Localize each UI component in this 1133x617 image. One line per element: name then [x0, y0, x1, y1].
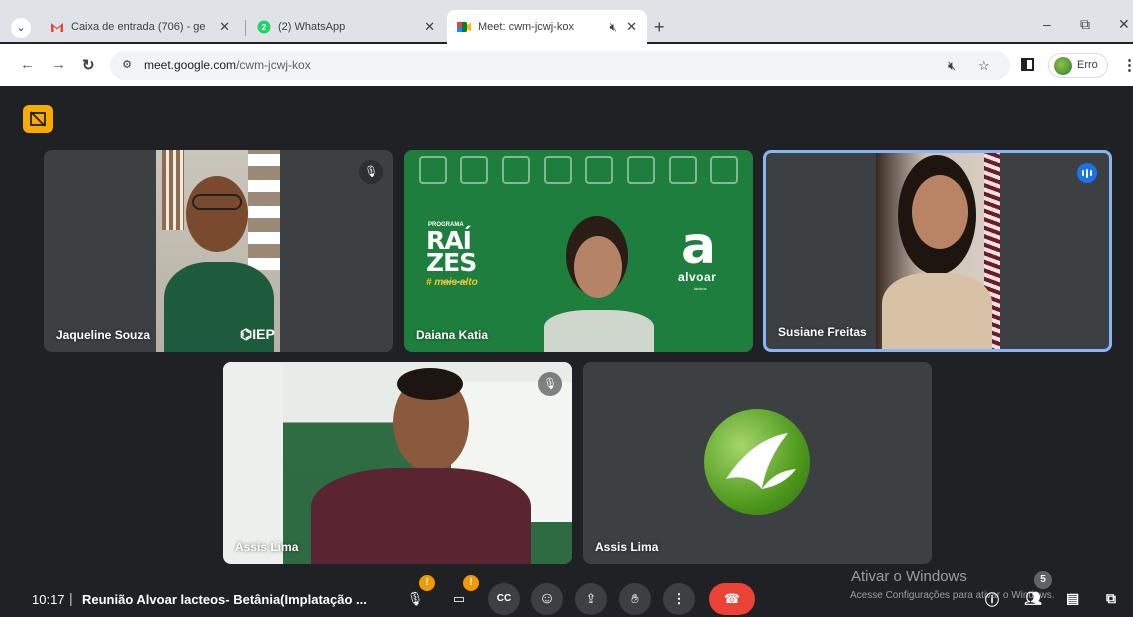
participant-tile[interactable]: ⌬IEP 🎙︎ Jaqueline Souza [44, 150, 393, 352]
meet-icon [457, 20, 471, 34]
chat-icon[interactable]: ▤ [1066, 590, 1079, 607]
banner-decor [412, 156, 745, 184]
participant-count-badge: 5 [1034, 571, 1052, 589]
mute-site-icon[interactable]: 🔇︎ [948, 58, 956, 74]
participant-tile[interactable]: PROGRAMA RAÍ ZES Juntos vamos # mais alto… [404, 150, 753, 352]
activities-icon[interactable]: ⧉ [1106, 590, 1116, 607]
mic-off-icon: 🎙︎ [538, 372, 562, 396]
participant-name: Assis Lima [595, 540, 659, 554]
reload-icon[interactable]: ↻ [82, 56, 95, 74]
restore-button[interactable]: ⧉ [1080, 16, 1090, 33]
side-panel-icon[interactable] [1021, 58, 1034, 71]
hand-icon: ✋︎ [631, 591, 639, 606]
whatsapp-icon: 2 [257, 20, 271, 34]
video-feed [223, 362, 572, 564]
participant-name: Daiana Katia [416, 328, 489, 342]
tab-strip: ⌄ Caixa de entrada (706) - gerente ✕ 2 (… [0, 0, 1133, 44]
profile-error-label: Erro [1077, 59, 1098, 71]
close-window-button[interactable]: ✕ [1118, 16, 1130, 33]
participant-avatar [704, 409, 810, 515]
mic-icon: 🎙︎ [406, 591, 424, 606]
more-options-button[interactable]: ⋮ [663, 583, 695, 615]
browser-menu-icon[interactable]: ⋮ [1122, 56, 1133, 74]
speaking-indicator-icon [1077, 163, 1097, 183]
forward-icon[interactable]: → [51, 56, 66, 73]
participant-name: Jaqueline Souza [56, 328, 151, 342]
meeting-clock: 10:17 [32, 592, 65, 607]
close-tab-icon[interactable]: ✕ [219, 19, 230, 35]
camera-icon: ▭ [452, 591, 466, 606]
tab-title: (2) WhatsApp [278, 21, 346, 33]
raise-hand-button[interactable]: ✋︎ [619, 583, 651, 615]
participant-tile[interactable]: 🎙︎ Assis Lima [223, 362, 572, 564]
video-feed [876, 153, 1000, 349]
meeting-title: Reunião Alvoar lacteos- Betânia(Implataç… [82, 592, 367, 607]
banner-raizes-logo: RAÍ ZES [426, 226, 477, 277]
tab-whatsapp[interactable]: 2 (2) WhatsApp ✕ [247, 10, 445, 44]
captions-button[interactable]: CC [488, 583, 520, 615]
close-tab-icon[interactable]: ✕ [424, 19, 435, 35]
tab-divider [245, 20, 246, 36]
participant-tile[interactable]: Susiane Freitas [763, 150, 1112, 352]
emoji-icon: ☺ [538, 590, 556, 607]
avatar [1054, 57, 1072, 75]
bookmark-star-icon[interactable]: ☆ [978, 58, 990, 74]
camera-button[interactable]: ▭ ! [443, 575, 479, 615]
people-icon[interactable]: 👥︎ [1024, 590, 1042, 607]
meet-stage: ⌬IEP 🎙︎ Jaqueline Souza PROGRAMA RAÍ ZES … [0, 86, 1133, 617]
close-tab-icon[interactable]: ✕ [626, 19, 637, 35]
browser-toolbar: ← → ↻ ⚙ meet.google.com/cwm-jcwj-kox 🔇︎ … [0, 44, 1133, 86]
windows-activation-title: Ativar o Windows [851, 568, 967, 585]
participant-name: Assis Lima [235, 540, 299, 554]
participant-tile[interactable]: Assis Lima [583, 362, 932, 564]
video-feed: ⌬IEP [156, 150, 280, 352]
tab-gmail[interactable]: Caixa de entrada (706) - gerente ✕ [40, 10, 240, 44]
leave-call-button[interactable]: ☎︎ [709, 583, 755, 615]
alvoar-logo: a [681, 216, 717, 276]
profile-button[interactable]: Erro [1048, 53, 1108, 78]
svg-text:2: 2 [262, 23, 267, 32]
tab-title: Caixa de entrada (706) - gerente [71, 21, 206, 33]
title-separator: | [69, 590, 73, 606]
frame-off-icon[interactable] [23, 105, 53, 133]
back-icon[interactable]: ← [20, 56, 35, 73]
tab-meet[interactable]: Meet: cwm-jcwj-kox 🔇︎ ✕ [447, 10, 647, 44]
banner-tagline: # mais alto [426, 277, 478, 288]
mic-off-icon: 🎙︎ [359, 160, 383, 184]
hang-up-icon: ☎︎ [723, 591, 741, 606]
tab-search-button[interactable]: ⌄ [11, 18, 31, 38]
reactions-button[interactable]: ☺ [531, 583, 563, 615]
more-vert-icon: ⋮ [672, 591, 686, 606]
present-button[interactable]: ⇪ [575, 583, 607, 615]
camera-alert-badge: ! [463, 575, 479, 591]
url-text: meet.google.com/cwm-jcwj-kox [144, 58, 311, 72]
mic-alert-badge: ! [419, 575, 435, 591]
participant-name: Susiane Freitas [778, 325, 867, 339]
captions-icon: CC [496, 593, 512, 604]
address-bar[interactable]: ⚙ meet.google.com/cwm-jcwj-kox 🔇︎ ☆ [110, 51, 1010, 80]
gmail-icon [50, 20, 64, 34]
alvoar-wordmark: alvoar [678, 270, 717, 284]
muted-tab-icon[interactable]: 🔇︎ [609, 20, 617, 35]
meeting-info-icon[interactable]: ⓘ [985, 590, 999, 610]
alvoar-sub: lácteos [694, 286, 707, 291]
video-feed [544, 210, 654, 352]
present-screen-icon: ⇪ [585, 591, 597, 606]
minimize-button[interactable]: – [1043, 16, 1051, 32]
new-tab-button[interactable]: + [654, 17, 665, 38]
tab-title: Meet: cwm-jcwj-kox [478, 21, 574, 33]
site-settings-icon[interactable]: ⚙ [118, 57, 136, 74]
mic-button[interactable]: 🎙︎ ! [399, 575, 435, 615]
